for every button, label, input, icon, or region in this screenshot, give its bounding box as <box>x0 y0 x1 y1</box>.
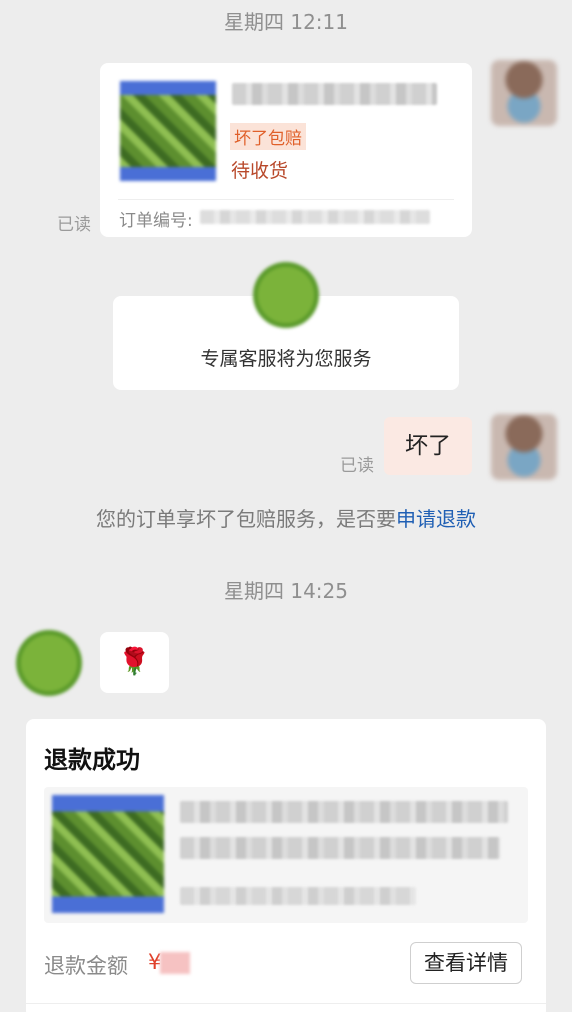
divider <box>26 1003 546 1004</box>
product-title-redacted <box>180 801 508 823</box>
service-message-bubble[interactable]: 🌹 <box>100 632 169 693</box>
system-notice: 您的订单享坏了包赔服务，是否要申请退款 <box>0 503 572 532</box>
user-avatar[interactable] <box>491 414 557 480</box>
read-receipt: 已读 <box>57 215 91 235</box>
product-title-redacted <box>180 837 500 859</box>
timestamp: 星期四 14:25 <box>224 579 348 603</box>
view-details-button[interactable]: 查看详情 <box>410 942 522 984</box>
order-no-redacted <box>200 210 430 224</box>
order-status: 待收货 <box>231 160 289 182</box>
user-message-bubble[interactable]: 坏了 <box>384 417 472 475</box>
refund-card[interactable]: 退款成功 退款金额 ¥ 查看详情 <box>26 719 546 1012</box>
product-spec-redacted <box>180 887 416 905</box>
refund-title: 退款成功 <box>44 746 140 774</box>
product-title-redacted <box>232 83 437 105</box>
service-avatar[interactable] <box>16 630 82 696</box>
user-avatar[interactable] <box>491 60 557 126</box>
system-notice-text: 您的订单享坏了包赔服务，是否要 <box>96 507 396 531</box>
service-avatar[interactable] <box>253 262 319 328</box>
guarantee-tag: 坏了包赔 <box>230 123 306 150</box>
refund-product[interactable] <box>44 787 528 923</box>
timestamp: 星期四 12:11 <box>224 10 348 34</box>
divider <box>118 199 454 200</box>
product-thumbnail <box>52 795 164 913</box>
read-receipt: 已读 <box>340 456 374 476</box>
product-thumbnail <box>120 81 216 181</box>
order-no-label: 订单编号: <box>119 211 193 231</box>
service-notice-text: 专属客服将为您服务 <box>200 348 372 370</box>
apply-refund-link[interactable]: 申请退款 <box>396 507 476 531</box>
refund-amount-redacted <box>160 952 190 974</box>
refund-amount-label: 退款金额 <box>44 954 128 978</box>
order-card[interactable]: 坏了包赔 待收货 订单编号: <box>100 63 472 237</box>
